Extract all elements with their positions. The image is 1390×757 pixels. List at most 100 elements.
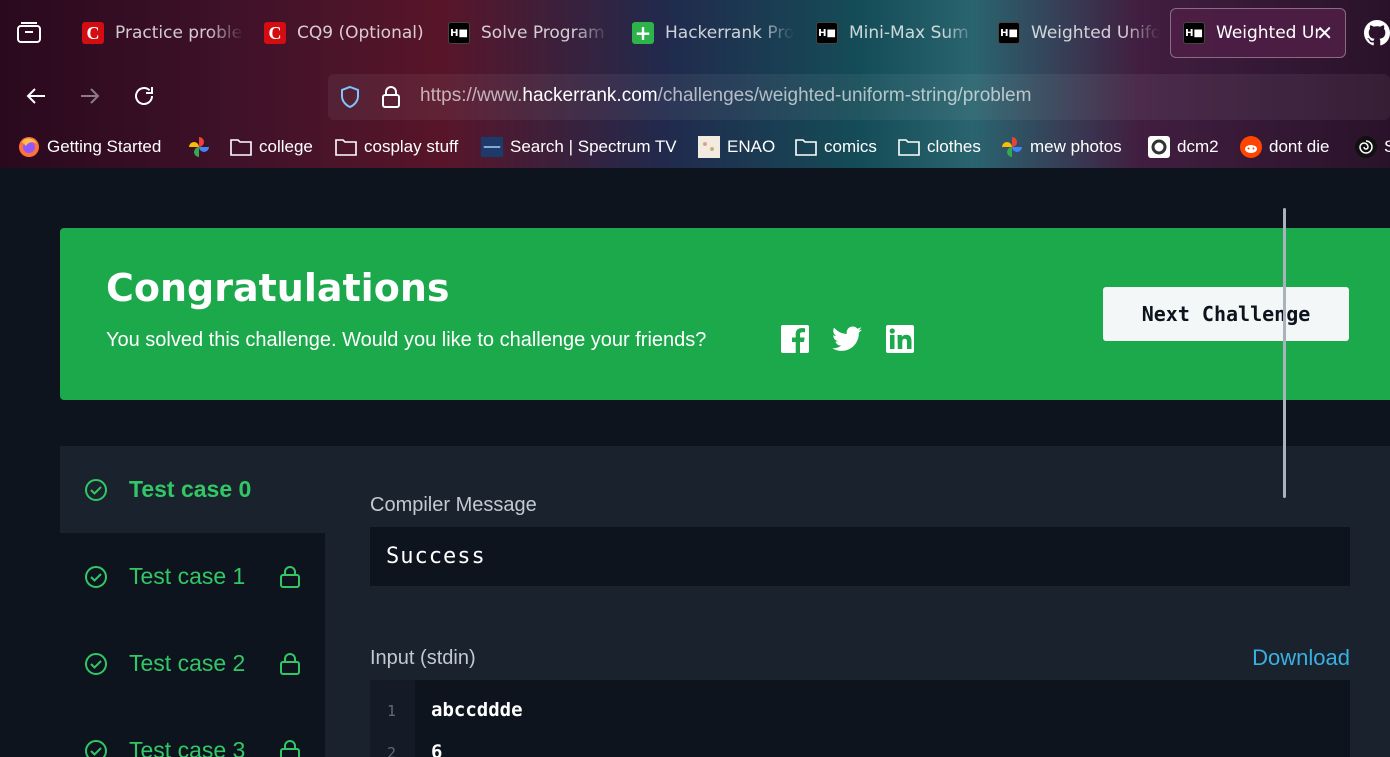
test-case-list: Test case 0 Test case 1 Test case 2 Test…	[60, 446, 325, 757]
arrow-left-icon	[26, 88, 45, 104]
bookmark-dcm2[interactable]: dcm2	[1148, 134, 1219, 160]
test-case-detail: Compiler Message Success Input (stdin) D…	[370, 446, 1350, 757]
success-banner: Congratulations You solved this challeng…	[60, 228, 1390, 400]
next-challenge-button[interactable]: Next Challenge	[1103, 287, 1349, 341]
tab-weighted-uniform-active[interactable]: H■ Weighted Ur ✕	[1170, 8, 1346, 58]
pinwheel-icon	[188, 136, 210, 158]
url-bar[interactable]: https://www.hackerrank.com/challenges/we…	[328, 74, 1390, 120]
codio-favicon-icon: C	[264, 22, 286, 44]
tab-label: Practice proble	[115, 23, 243, 43]
bookmark-label: Search | Spectrum TV	[510, 137, 677, 156]
tab-mini-max-sum[interactable]: H■ Mini-Max Sum	[798, 8, 978, 58]
tab-practice-problems[interactable]: C Practice proble	[64, 8, 244, 58]
reload-icon	[135, 87, 153, 105]
bookmark-folder-college[interactable]: college	[230, 134, 313, 160]
tab-label: Hackerrank Pro	[665, 23, 794, 43]
back-button[interactable]	[22, 82, 50, 110]
forward-button[interactable]	[76, 82, 104, 110]
check-circle-icon	[85, 565, 107, 588]
url-domain: hackerrank.com	[522, 85, 658, 106]
test-case-3[interactable]: Test case 3	[60, 707, 325, 757]
bookmark-label: Getting Started	[47, 137, 162, 156]
bookmark-getting-started[interactable]: Getting Started	[18, 134, 161, 160]
linkedin-share-button[interactable]	[885, 324, 915, 354]
enao-icon	[698, 136, 720, 158]
folder-icon	[795, 136, 817, 158]
twitter-icon	[832, 326, 862, 351]
shield-icon[interactable]	[338, 85, 362, 109]
close-tab-icon[interactable]: ✕	[1316, 21, 1333, 45]
tab-list-button[interactable]	[14, 18, 44, 48]
bookmark-folder-clothes[interactable]: clothes	[898, 134, 981, 160]
tab-label: Solve Program	[481, 23, 605, 43]
bookmarks-bar: Getting Started college cosplay stuff Se…	[0, 126, 1390, 168]
google-photos-icon	[1001, 136, 1023, 158]
codio-favicon-icon: C	[82, 22, 104, 44]
reddit-icon	[1240, 136, 1262, 158]
bookmark-label: S	[1384, 137, 1390, 156]
url-path: /challenges/weighted-uniform-string/prob…	[657, 85, 1032, 106]
arrow-right-icon	[81, 88, 100, 104]
sheets-favicon-icon: +	[632, 21, 654, 45]
spiral-icon	[1355, 136, 1377, 158]
line-number: 2	[387, 744, 397, 757]
bookmark-label: dont die	[1269, 137, 1330, 156]
hackerrank-favicon-icon: H■	[448, 22, 470, 44]
url-text[interactable]: https://www.hackerrank.com/challenges/we…	[420, 85, 1031, 107]
lock-icon	[280, 565, 300, 588]
tab-weighted-uniform-1[interactable]: H■ Weighted Unifo	[980, 8, 1160, 58]
bookmark-label: mew photos	[1030, 137, 1122, 156]
folder-icon	[230, 136, 252, 158]
test-results-panel: Test case 0 Test case 1 Test case 2 Test…	[60, 446, 1390, 757]
input-code-box: 1 abccddde 2 6	[370, 680, 1350, 757]
browser-chrome: C Practice proble C CQ9 (Optional) H■ So…	[0, 0, 1390, 168]
hackerrank-page: Congratulations You solved this challeng…	[0, 168, 1390, 757]
bookmark-dont-die[interactable]: dont die	[1240, 134, 1330, 160]
compiler-message-text: Success	[386, 544, 486, 569]
check-circle-icon	[85, 478, 107, 501]
facebook-share-button[interactable]	[780, 324, 810, 354]
bookmark-s[interactable]: S	[1355, 134, 1390, 160]
code-line: 6	[431, 741, 443, 757]
bookmark-enao[interactable]: ENAO	[698, 134, 775, 160]
lock-icon	[280, 652, 300, 675]
tab-cq9[interactable]: C CQ9 (Optional)	[246, 8, 426, 58]
lock-icon	[280, 739, 300, 757]
download-link[interactable]: Download	[1252, 645, 1350, 671]
test-case-label: Test case 0	[129, 476, 252, 502]
dcm2-icon	[1148, 136, 1170, 158]
banner-subtitle: You solved this challenge. Would you lik…	[106, 329, 707, 351]
test-case-label: Test case 2	[129, 650, 246, 676]
hackerrank-favicon-icon: H■	[816, 22, 838, 44]
hackerrank-favicon-icon: H■	[998, 22, 1020, 44]
compiler-message-label: Compiler Message	[370, 494, 537, 516]
bookmark-spectrum[interactable]: Search | Spectrum TV	[481, 134, 677, 160]
tab-bar: C Practice proble C CQ9 (Optional) H■ So…	[0, 0, 1390, 66]
lock-icon[interactable]	[380, 85, 402, 109]
folder-icon	[898, 136, 920, 158]
nav-bar: https://www.hackerrank.com/challenges/we…	[0, 66, 1390, 126]
bookmark-pinwheel[interactable]	[188, 134, 217, 160]
test-case-0[interactable]: Test case 0	[60, 446, 325, 533]
bookmark-folder-comics[interactable]: comics	[795, 134, 877, 160]
bookmark-mew-photos[interactable]: mew photos	[1001, 134, 1122, 160]
test-case-label: Test case 1	[129, 563, 246, 589]
input-stdin-label: Input (stdin)	[370, 647, 476, 669]
github-icon[interactable]	[1364, 20, 1390, 46]
code-line: abccddde	[431, 699, 523, 721]
tab-list-icon	[17, 22, 41, 43]
tab-label: CQ9 (Optional)	[297, 23, 424, 43]
test-case-2[interactable]: Test case 2	[60, 620, 325, 707]
check-circle-icon	[85, 739, 107, 757]
bookmark-label: ENAO	[727, 137, 776, 156]
bookmark-folder-cosplay[interactable]: cosplay stuff	[335, 134, 458, 160]
twitter-share-button[interactable]	[832, 324, 862, 354]
tab-solve-programming[interactable]: H■ Solve Program	[430, 8, 610, 58]
linkedin-icon	[886, 325, 914, 353]
scrollbar[interactable]	[1283, 208, 1286, 498]
hackerrank-favicon-icon: H■	[1183, 22, 1205, 44]
reload-button[interactable]	[130, 82, 158, 110]
bookmark-label: clothes	[927, 137, 981, 156]
tab-hackerrank-problems[interactable]: + Hackerrank Pro	[614, 8, 794, 58]
test-case-1[interactable]: Test case 1	[60, 533, 325, 620]
